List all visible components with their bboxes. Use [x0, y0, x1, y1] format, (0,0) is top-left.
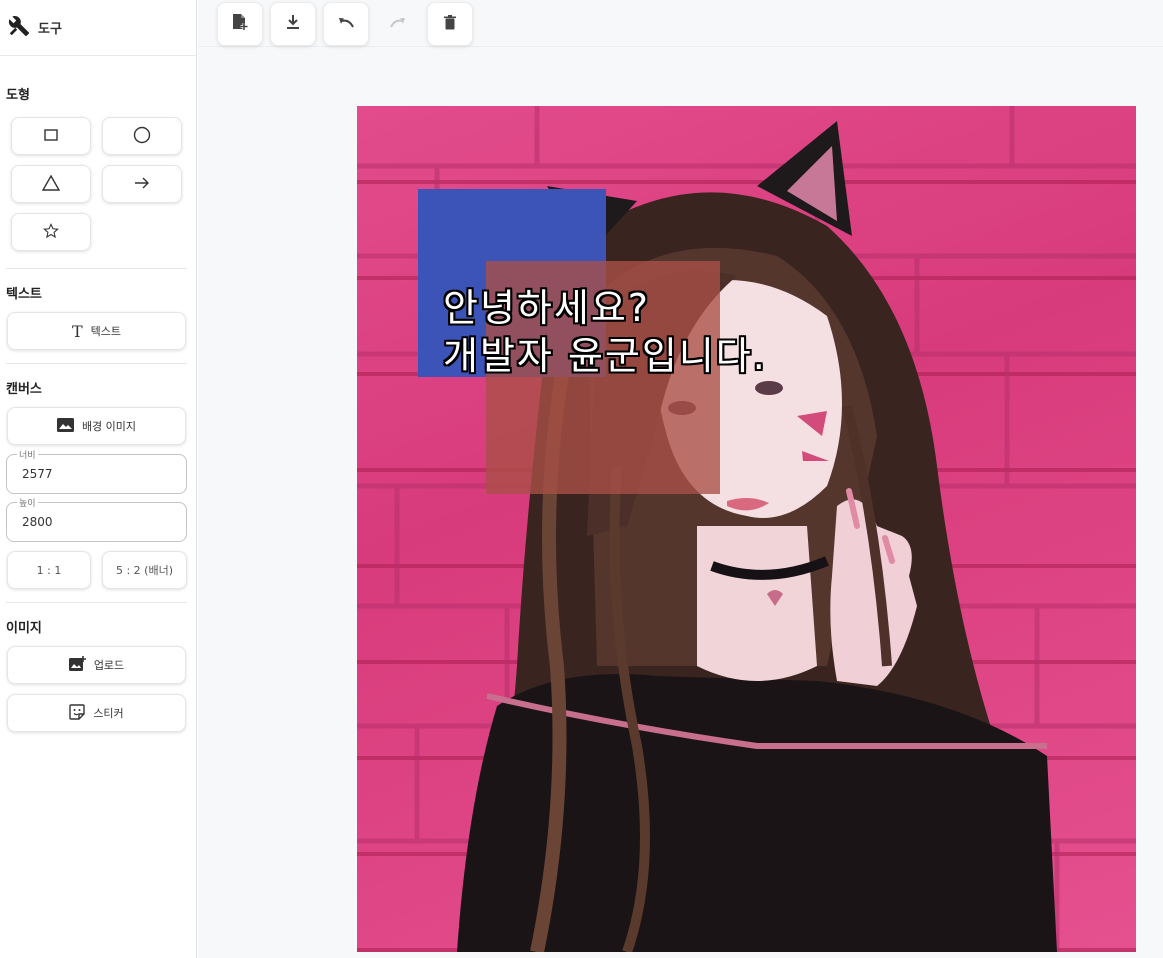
height-field-label: 높이: [17, 496, 38, 509]
download-icon: [286, 14, 300, 34]
ratio-1-1-label: 1 : 1: [36, 563, 62, 577]
sidebar-header: 도구: [0, 0, 196, 56]
width-field-label: 너비: [17, 448, 38, 461]
width-field-value[interactable]: 2577: [22, 467, 53, 481]
upload-image-button[interactable]: 업로드: [7, 646, 186, 684]
sticker-button[interactable]: 스티커: [7, 694, 186, 732]
ratio-5-2-button[interactable]: 5 : 2 (배너): [102, 551, 187, 589]
tools-icon: [8, 15, 30, 41]
divider: [6, 268, 187, 269]
canvas-text-line-2: 개발자 윤군입니다.: [443, 334, 767, 378]
divider: [6, 363, 187, 364]
tool-sidebar: 도구 도형 텍스트 T 텍스트 캔버스 배경 이미지 너비 2577 높이 28…: [0, 0, 197, 958]
width-field[interactable]: 너비 2577: [6, 448, 187, 494]
ratio-5-2-label: 5 : 2 (배너): [115, 564, 174, 577]
section-image-title: 이미지: [6, 621, 42, 636]
arrow-right-icon: [134, 177, 150, 192]
main-area: 안녕하세요? 개발자 윤군입니다.: [198, 0, 1163, 958]
divider: [6, 602, 187, 603]
sticker-label: 스티커: [93, 707, 124, 720]
arrow-button[interactable]: [102, 165, 182, 203]
upload-label: 업로드: [93, 659, 125, 672]
height-field-value[interactable]: 2800: [22, 515, 53, 529]
circle-icon: [133, 126, 151, 147]
redo-icon: [389, 15, 407, 34]
sidebar-title: 도구: [38, 22, 62, 37]
circle-button[interactable]: [102, 117, 182, 155]
design-canvas[interactable]: 안녕하세요? 개발자 윤군입니다.: [357, 106, 1136, 952]
background-image-button[interactable]: 배경 이미지: [7, 407, 186, 445]
undo-icon: [337, 15, 355, 34]
sticker-icon: [69, 703, 86, 723]
redo-button[interactable]: [375, 2, 421, 46]
section-text-title: 텍스트: [6, 287, 42, 302]
ratio-1-1-button[interactable]: 1 : 1: [7, 551, 91, 589]
triangle-icon: [41, 174, 61, 194]
canvas-text-line-1: 안녕하세요?: [443, 286, 650, 330]
height-field[interactable]: 높이 2800: [6, 496, 187, 542]
add-photo-icon: [68, 655, 86, 675]
undo-button[interactable]: [323, 2, 369, 46]
rectangle-button[interactable]: [11, 117, 91, 155]
section-canvas-title: 캔버스: [6, 382, 42, 397]
section-shapes-title: 도형: [6, 88, 30, 103]
background-image-label: 배경 이미지: [81, 420, 137, 433]
text-icon: T: [71, 321, 83, 341]
new-file-icon: [232, 13, 248, 35]
image-icon: [56, 417, 74, 435]
star-icon: [43, 222, 59, 242]
trash-icon: [444, 14, 456, 34]
top-toolbar: [198, 0, 1163, 47]
delete-button[interactable]: [427, 2, 473, 46]
triangle-button[interactable]: [11, 165, 91, 203]
add-text-button[interactable]: T 텍스트: [7, 312, 186, 350]
add-text-label: 텍스트: [90, 325, 122, 338]
new-file-button[interactable]: [217, 2, 263, 46]
download-button[interactable]: [270, 2, 316, 46]
star-button[interactable]: [11, 213, 91, 251]
rectangle-icon: [44, 128, 58, 144]
canvas-text-object[interactable]: 안녕하세요? 개발자 윤군입니다.: [443, 284, 767, 380]
editor-app: 도구 도형 텍스트 T 텍스트 캔버스 배경 이미지 너비 2577 높이 28…: [0, 0, 1163, 958]
